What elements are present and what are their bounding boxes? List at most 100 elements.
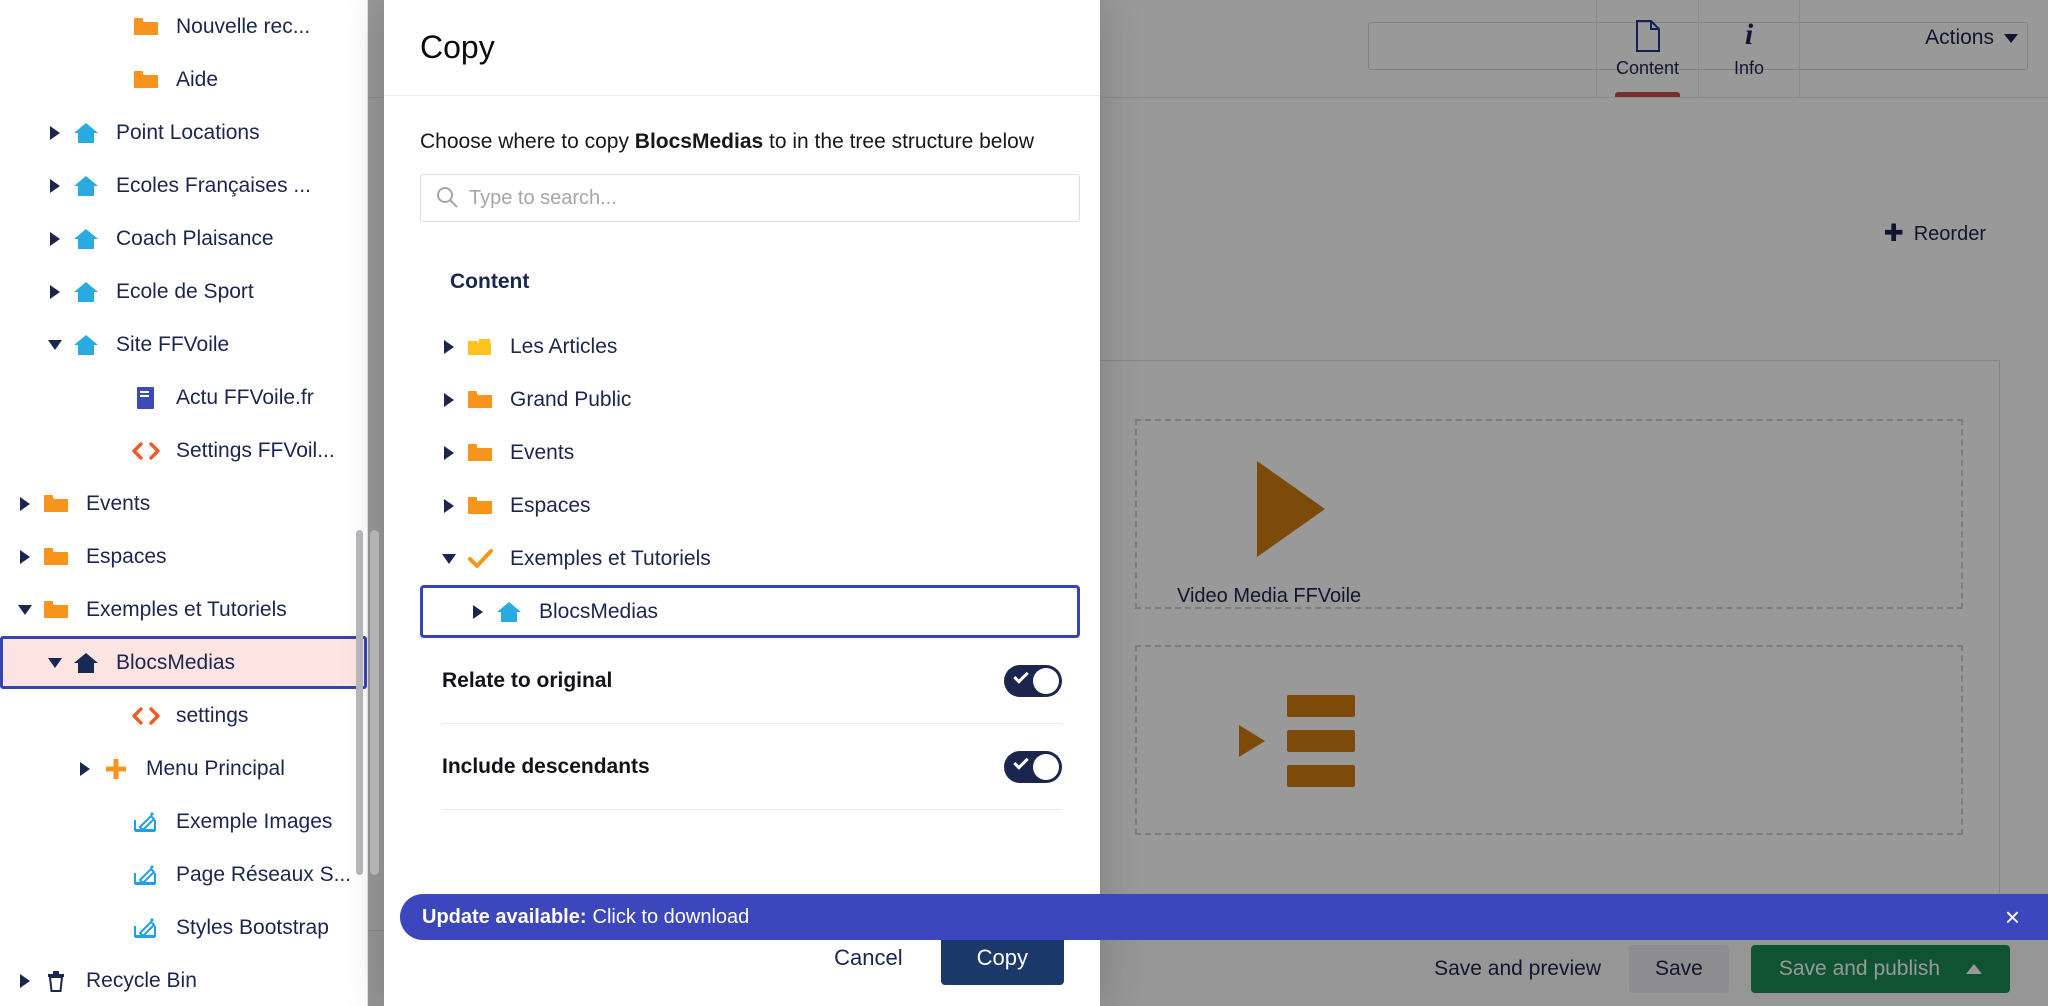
sidebar-tree-item[interactable]: Ecoles Françaises ...	[0, 159, 367, 212]
helper-target: BlocsMedias	[634, 130, 764, 153]
sidebar-tree-item[interactable]: Settings FFVoil...	[0, 424, 367, 477]
copy-target-tree-item[interactable]: Grand Public	[420, 373, 1064, 426]
app-root: Content i Info Actions ✚ Reorder Video M…	[0, 0, 2048, 1006]
chevron-right-icon[interactable]	[14, 973, 36, 988]
sidebar-tree-item[interactable]: Page Réseaux S...	[0, 848, 367, 901]
sidebar-tree-item[interactable]: Site FFVoile	[0, 318, 367, 371]
chevron-right-icon[interactable]	[14, 496, 36, 511]
copy-target-tree-item[interactable]: Events	[420, 426, 1064, 479]
sidebar-tree-item-label: Exemples et Tutoriels	[86, 597, 287, 621]
copy-option-toggle[interactable]	[1004, 664, 1062, 697]
chevron-right-icon[interactable]	[44, 178, 66, 193]
chevron-right-icon[interactable]	[438, 392, 460, 407]
doc-edit-icon	[126, 810, 166, 834]
chevron-right-icon[interactable]	[438, 498, 460, 513]
chevron-right-icon[interactable]	[14, 549, 36, 564]
sidebar-tree-item[interactable]: settings	[0, 689, 367, 742]
search-input[interactable]	[420, 174, 1080, 222]
sidebar-tree-item-label: Settings FFVoil...	[176, 438, 335, 462]
copy-target-tree-item-label: Les Articles	[510, 334, 618, 358]
sidebar-tree-item[interactable]: Nouvelle rec...	[0, 0, 367, 53]
code-icon	[126, 706, 166, 726]
copy-helper-text: Choose where to copy BlocsMedias to in t…	[420, 130, 1064, 154]
home-icon	[66, 280, 106, 304]
close-icon[interactable]: ×	[2005, 904, 2026, 930]
chevron-right-icon[interactable]	[438, 339, 460, 354]
update-notification-bar[interactable]: Update available: Click to download ×	[400, 894, 2048, 940]
sidebar-scrollbar[interactable]	[356, 530, 363, 875]
home-icon	[66, 227, 106, 251]
chevron-down-icon[interactable]	[44, 339, 66, 350]
sidebar-tree-item-label: Site FFVoile	[116, 332, 230, 356]
sidebar-tree-item-label: Ecoles Françaises ...	[116, 173, 311, 197]
sidebar-tree-item-label: Styles Bootstrap	[176, 915, 329, 939]
copy-option-row: Relate to original	[442, 638, 1062, 724]
sidebar-tree-item[interactable]: Events	[0, 477, 367, 530]
modal-scrollbar[interactable]	[370, 530, 379, 875]
copy-dialog-header: Copy	[384, 0, 1100, 96]
chevron-right-icon[interactable]	[438, 445, 460, 460]
chevron-down-icon[interactable]	[438, 553, 460, 564]
sidebar-tree-item[interactable]: Exemples et Tutoriels	[0, 583, 367, 636]
update-notification-strong: Update available:	[422, 905, 587, 928]
toggle-knob	[1033, 753, 1059, 780]
content-tree-sidebar: Nouvelle rec... Aide Point Locations Ecoles…	[0, 0, 368, 1006]
chevron-down-icon[interactable]	[14, 604, 36, 615]
chevron-right-icon[interactable]	[44, 125, 66, 140]
home-dark-icon	[66, 651, 106, 675]
toggle-knob	[1033, 667, 1059, 694]
copy-target-tree-item-label: Exemples et Tutoriels	[510, 546, 711, 570]
doc-edit-icon	[126, 916, 166, 940]
sidebar-tree-item-label: Recycle Bin	[86, 968, 197, 992]
copy-dialog-title: Copy	[420, 29, 495, 65]
folder-icon	[126, 16, 166, 38]
sidebar-tree-item[interactable]: Coach Plaisance	[0, 212, 367, 265]
folder-icon	[36, 546, 76, 568]
sidebar-tree-item[interactable]: Espaces	[0, 530, 367, 583]
chevron-down-icon[interactable]	[44, 657, 66, 668]
sidebar-tree-item[interactable]: Styles Bootstrap	[0, 901, 367, 954]
sidebar-tree-item[interactable]: BlocsMedias	[0, 636, 367, 689]
chevron-right-icon[interactable]	[467, 604, 489, 619]
sidebar-tree-item[interactable]: Exemple Images	[0, 795, 367, 848]
copy-target-tree-item[interactable]: Exemples et Tutoriels	[420, 532, 1064, 585]
copy-option-row: Include descendants	[442, 724, 1062, 810]
folder-icon	[460, 442, 500, 464]
check-icon	[1013, 667, 1029, 684]
doc-edit-icon	[126, 863, 166, 887]
tree-heading: Content	[450, 270, 530, 293]
book-icon	[126, 386, 166, 410]
update-notification-text: Click to download	[592, 905, 750, 928]
check-icon	[460, 547, 500, 571]
folder-icon	[36, 493, 76, 515]
search-field-wrapper	[420, 174, 1080, 222]
sidebar-tree-item-label: Page Réseaux S...	[176, 862, 352, 886]
copy-target-tree-item[interactable]: BlocsMedias	[420, 585, 1080, 638]
sidebar-tree-item[interactable]: Aide	[0, 53, 367, 106]
check-icon	[1013, 753, 1029, 770]
folder-icon	[460, 495, 500, 517]
sidebar-tree-item-label: Events	[86, 491, 151, 515]
sidebar-tree-item-label: Aide	[176, 67, 219, 91]
search-icon	[436, 186, 458, 208]
chevron-right-icon[interactable]	[74, 761, 96, 776]
sidebar-tree-item-label: Menu Principal	[146, 756, 285, 780]
chevron-right-icon[interactable]	[44, 284, 66, 299]
home-icon	[66, 333, 106, 357]
home-icon	[66, 121, 106, 145]
cancel-button[interactable]: Cancel	[824, 933, 912, 983]
sidebar-tree-item-label: settings	[176, 703, 249, 727]
sidebar-tree-item[interactable]: Actu FFVoile.fr	[0, 371, 367, 424]
sidebar-tree-item[interactable]: Ecole de Sport	[0, 265, 367, 318]
copy-target-tree-item-label: Espaces	[510, 493, 591, 517]
chevron-right-icon[interactable]	[44, 231, 66, 246]
copy-target-tree-item[interactable]: Les Articles	[420, 320, 1064, 373]
copy-option-toggle[interactable]	[1004, 750, 1062, 783]
helper-prefix: Choose where to copy	[420, 130, 635, 153]
copy-target-tree-item-label: Grand Public	[510, 387, 632, 411]
copy-target-tree-item[interactable]: Espaces	[420, 479, 1064, 532]
sidebar-tree-item[interactable]: Point Locations	[0, 106, 367, 159]
sidebar-tree-item[interactable]: Recycle Bin	[0, 954, 367, 1006]
sidebar-tree-item[interactable]: Menu Principal	[0, 742, 367, 795]
copy-target-tree-item-label: Events	[510, 440, 575, 464]
